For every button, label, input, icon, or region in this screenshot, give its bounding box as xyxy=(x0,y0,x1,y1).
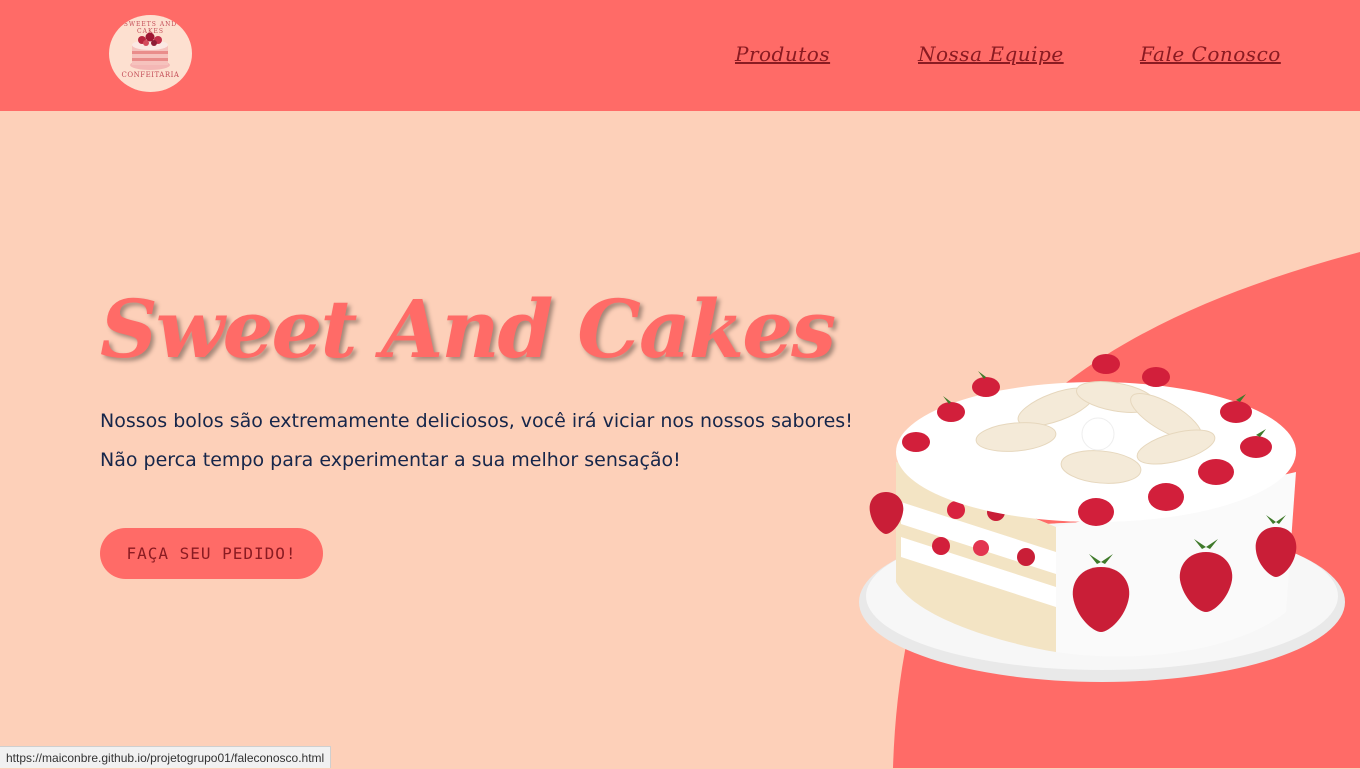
nav-link-contact[interactable]: Fale Conosco xyxy=(1140,42,1281,66)
strawberry-cake-image xyxy=(859,354,1345,682)
nav-link-team[interactable]: Nossa Equipe xyxy=(918,42,1064,66)
order-button[interactable]: FAÇA SEU PEDIDO! xyxy=(100,528,323,579)
hero-description-line-2: Não perca tempo para experimentar a sua … xyxy=(100,449,681,471)
nav-link-products[interactable]: Produtos xyxy=(735,42,830,66)
logo-top-text: SWEETS AND CAKES xyxy=(123,21,178,35)
logo[interactable]: SWEETS AND CAKES CONFEITARIA xyxy=(109,15,192,92)
logo-bottom-text: CONFEITARIA xyxy=(121,71,180,79)
site-header: SWEETS AND CAKES CONFEITARIA Produtos No… xyxy=(0,0,1360,111)
hero-title: Sweet And Cakes xyxy=(100,282,836,376)
browser-status-bar-url: https://maiconbre.github.io/projetogrupo… xyxy=(0,746,332,768)
hero-description-line-1: Nossos bolos são extremamente deliciosos… xyxy=(100,410,853,432)
